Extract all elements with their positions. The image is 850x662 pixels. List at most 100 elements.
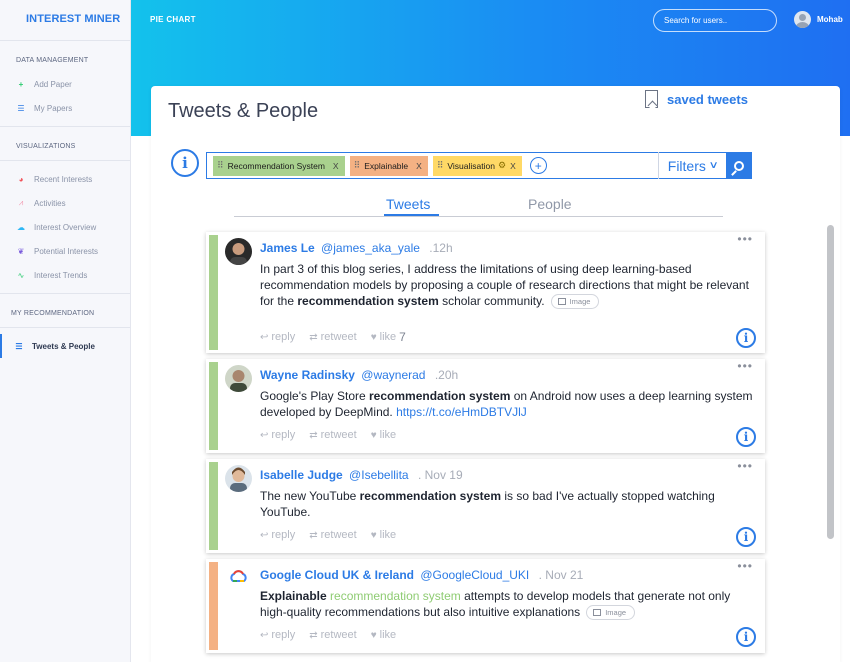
heart-icon: ♥	[370, 429, 377, 441]
saved-tweets-label: saved tweets	[667, 91, 748, 107]
tab-tweets[interactable]: Tweets	[386, 196, 430, 212]
more-options-icon[interactable]: •••	[737, 559, 753, 573]
main-card: Tweets & People saved tweets i ⠿ Recomme…	[151, 86, 840, 662]
tweet-author-name[interactable]: Isabelle Judge	[260, 468, 343, 482]
info-icon[interactable]: i	[736, 427, 756, 447]
bookmark-icon	[645, 90, 658, 108]
tweet-author-handle[interactable]: @GoogleCloud_UKI	[420, 568, 529, 582]
page-title: Tweets & People	[168, 100, 319, 122]
keyword-highlight: recommendation system	[369, 389, 511, 403]
more-options-icon[interactable]: •••	[737, 232, 753, 246]
like-button[interactable]: ♥ like	[371, 529, 396, 541]
avatar[interactable]	[225, 238, 252, 265]
sidebar-item-label: Interest Trends	[34, 270, 88, 280]
sidebar-section-my-recommendation: MY RECOMMENDATION	[11, 310, 95, 317]
like-button[interactable]: ♥ like	[371, 429, 396, 441]
retweet-button[interactable]: ⇄ retweet	[309, 529, 356, 541]
tag-label: Recommendation System	[227, 160, 325, 171]
pie-icon: ◕	[18, 174, 24, 184]
search-button[interactable]	[726, 152, 752, 179]
sidebar-item-label: Tweets & People	[32, 341, 95, 351]
app-brand[interactable]: INTEREST MINER	[0, 0, 130, 38]
user-menu[interactable]: Mohab	[794, 11, 843, 28]
reply-button[interactable]: ↩ reply	[260, 331, 295, 343]
tag-remove-button[interactable]: X	[416, 161, 422, 171]
retweet-button[interactable]: ⇄ retweet	[309, 629, 356, 641]
tweet-relevance-bar	[209, 562, 218, 650]
tweet-author-handle[interactable]: @james_aka_yale	[321, 241, 420, 255]
saved-tweets-button[interactable]: saved tweets	[645, 90, 748, 108]
avatar[interactable]	[225, 465, 252, 492]
drag-handle-icon[interactable]: ⠿	[437, 160, 444, 171]
tweet-author-name[interactable]: Google Cloud UK & Ireland	[260, 568, 414, 582]
reply-button[interactable]: ↩ reply	[260, 529, 295, 541]
reply-icon: ↩	[260, 429, 269, 441]
retweet-button[interactable]: ⇄ retweet	[309, 331, 356, 343]
add-tag-button[interactable]: +	[529, 157, 547, 174]
retweet-label: retweet	[320, 529, 357, 541]
tag-remove-button[interactable]: X	[333, 161, 339, 171]
info-icon[interactable]: i	[171, 149, 199, 177]
like-count: 7	[399, 330, 406, 344]
tag-label: Explainable	[364, 160, 409, 171]
tweet-actions: ↩ reply ⇄ retweet ♥ like	[260, 429, 410, 441]
gear-icon[interactable]: ⚙	[498, 160, 506, 171]
tab-bar: Tweets People	[234, 194, 723, 217]
tweet-author-handle[interactable]: @waynerad	[361, 368, 425, 382]
sidebar-item-activities[interactable]: ⩘ Activities	[0, 191, 130, 215]
image-attachment-button[interactable]: Image	[550, 294, 600, 310]
info-icon[interactable]: i	[736, 527, 756, 547]
retweet-button[interactable]: ⇄ retweet	[309, 429, 356, 441]
tab-people[interactable]: People	[528, 196, 572, 212]
tweet-time: .20h	[434, 368, 459, 382]
tweet-author-name[interactable]: Wayne Radinsky	[260, 368, 355, 382]
tweet-header: Google Cloud UK & Ireland @GoogleCloud_U…	[260, 568, 583, 582]
keyword-highlight: recommendation system	[330, 589, 461, 603]
tweet-text: In part 3 of this blog series, I address…	[260, 261, 760, 310]
sidebar-item-interest-trends[interactable]: ∿ Interest Trends	[0, 263, 130, 287]
reply-label: reply	[271, 429, 296, 441]
google-cloud-logo-icon[interactable]	[225, 565, 252, 592]
sidebar-item-my-papers[interactable]: ☰ My Papers	[0, 96, 130, 120]
tweet-time: . Nov 19	[417, 468, 463, 482]
tweet-author-name[interactable]: James Le	[260, 241, 315, 255]
sidebar-section-data-management: DATA MANAGEMENT	[16, 57, 89, 64]
active-tab-indicator	[384, 214, 439, 216]
retweet-icon: ⇄	[309, 331, 318, 343]
tweet-relevance-bar	[209, 362, 218, 450]
tweet-text: The new YouTube recommendation system is…	[260, 488, 760, 520]
drag-handle-icon[interactable]: ⠿	[354, 160, 361, 171]
more-options-icon[interactable]: •••	[737, 459, 753, 473]
image-attachment-button[interactable]: Image	[586, 605, 636, 621]
tweet-relevance-bar	[209, 462, 218, 550]
like-button[interactable]: ♥ like 7	[371, 330, 406, 344]
info-icon[interactable]: i	[736, 627, 756, 647]
drag-handle-icon[interactable]: ⠿	[217, 160, 224, 171]
sidebar-item-recent-interests[interactable]: ◕ Recent Interests	[0, 167, 130, 191]
sidebar-item-label: My Papers	[34, 103, 73, 113]
filters-dropdown[interactable]: Filters ∨	[658, 152, 726, 179]
user-search-input[interactable]: Search for users..	[653, 9, 777, 32]
like-button[interactable]: ♥ like	[371, 629, 396, 641]
more-options-icon[interactable]: •••	[737, 359, 753, 373]
sidebar-item-add-paper[interactable]: + Add Paper	[0, 72, 130, 96]
reply-button[interactable]: ↩ reply	[260, 629, 295, 641]
tag-visualisation[interactable]: ⠿ Visualisation ⚙ X	[432, 155, 522, 176]
avatar[interactable]	[225, 365, 252, 392]
trend-icon: ∿	[17, 270, 25, 280]
scrollbar[interactable]	[827, 225, 834, 539]
reply-button[interactable]: ↩ reply	[260, 429, 295, 441]
tag-explainable[interactable]: ⠿ Explainable X	[349, 155, 428, 176]
sidebar-item-tweets-people[interactable]: ☰ Tweets & People	[0, 334, 130, 358]
sidebar-item-interest-overview[interactable]: ☁ Interest Overview	[0, 215, 130, 239]
info-icon[interactable]: i	[736, 328, 756, 348]
tweet-link[interactable]: https://t.co/eHmDBTVJlJ	[396, 405, 527, 419]
sidebar-item-label: Recent Interests	[34, 174, 93, 184]
tag-recommendation-system[interactable]: ⠿ Recommendation System X	[213, 155, 345, 176]
tweet-author-handle[interactable]: @Isebellita	[349, 468, 409, 482]
plus-icon: +	[18, 79, 24, 89]
tweet-header: James Le @james_aka_yale .12h	[260, 241, 453, 255]
sidebar-item-potential-interests[interactable]: ❦ Potential Interests	[0, 239, 130, 263]
tag-remove-button[interactable]: X	[510, 161, 516, 171]
avatar	[794, 11, 811, 28]
